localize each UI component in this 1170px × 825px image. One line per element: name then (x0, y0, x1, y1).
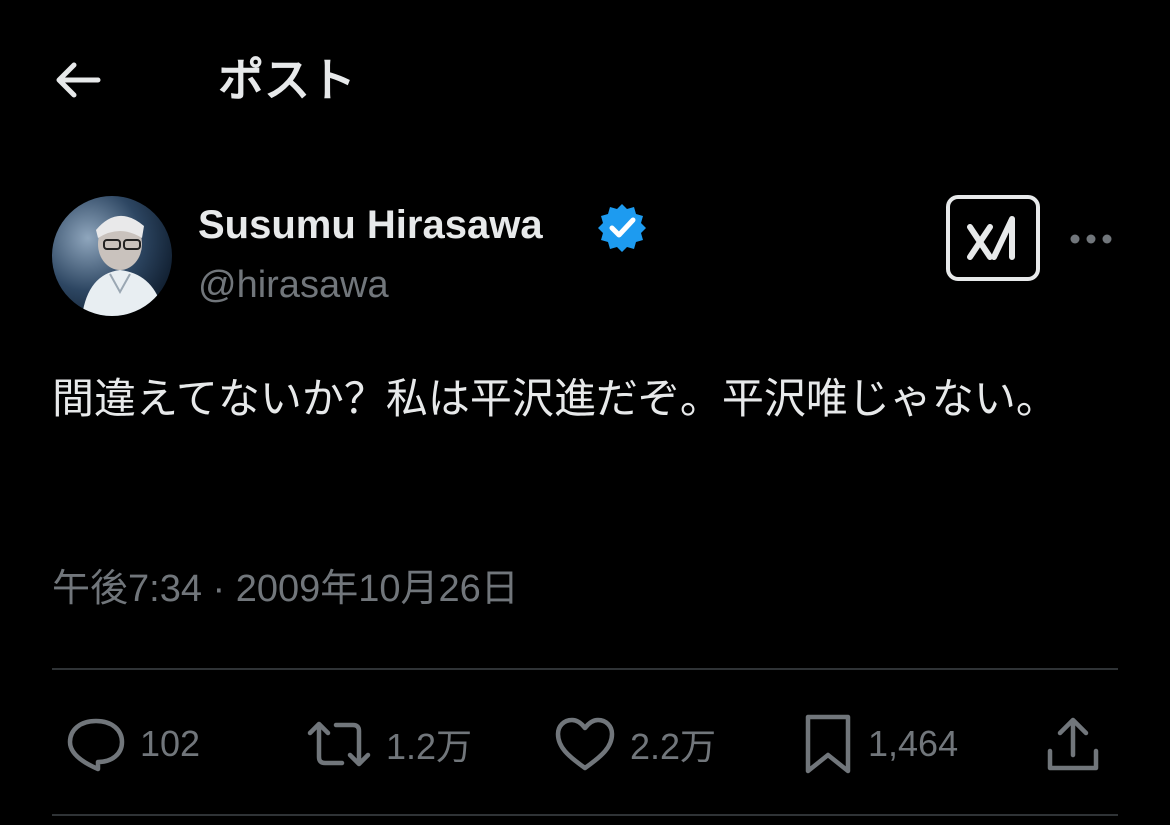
author-handle[interactable]: @hirasawa (198, 262, 389, 308)
post-text: 間違えてないか？私は平沢進だぞ。平沢唯じゃない。 (52, 374, 1058, 423)
action-bar: 102 1.2万 2.2万 1,464 (0, 700, 1170, 790)
avatar-image (52, 196, 172, 316)
bookmark-button[interactable]: 1,464 (802, 708, 958, 780)
verified-badge-icon (598, 204, 646, 252)
repost-button[interactable]: 1.2万 (306, 708, 472, 780)
post-timestamp[interactable]: 午後7:34 · 2009年10月26日 (52, 566, 519, 612)
arrow-left-icon (56, 62, 101, 98)
share-button[interactable] (1044, 708, 1102, 780)
divider (52, 814, 1118, 816)
bookmark-icon (805, 714, 851, 774)
like-button[interactable]: 2.2万 (554, 708, 716, 780)
author-name[interactable]: Susumu Hirasawa (198, 202, 543, 248)
repost-count: 1.2万 (386, 726, 473, 767)
top-bar: ポスト (0, 0, 1170, 160)
comment-icon (67, 718, 125, 772)
heart-icon (555, 717, 615, 771)
page-title: ポスト (218, 53, 356, 107)
reply-count: 102 (140, 723, 201, 764)
bookmark-count: 1,464 (868, 723, 959, 764)
avatar[interactable] (52, 196, 172, 316)
like-count: 2.2万 (630, 726, 717, 767)
grok-button[interactable] (946, 195, 1040, 281)
share-icon (1047, 717, 1099, 771)
post-detail-page: ポスト Susumu Hirasawa @hirasawa 間違えてないか？私は… (0, 0, 1170, 825)
divider (52, 668, 1118, 670)
grok-icon (967, 216, 1015, 260)
more-horizontal-icon (1070, 234, 1112, 244)
more-options-button[interactable] (1066, 222, 1116, 256)
repost-icon (307, 721, 371, 767)
reply-button[interactable]: 102 (66, 708, 200, 780)
back-button[interactable] (52, 58, 108, 102)
